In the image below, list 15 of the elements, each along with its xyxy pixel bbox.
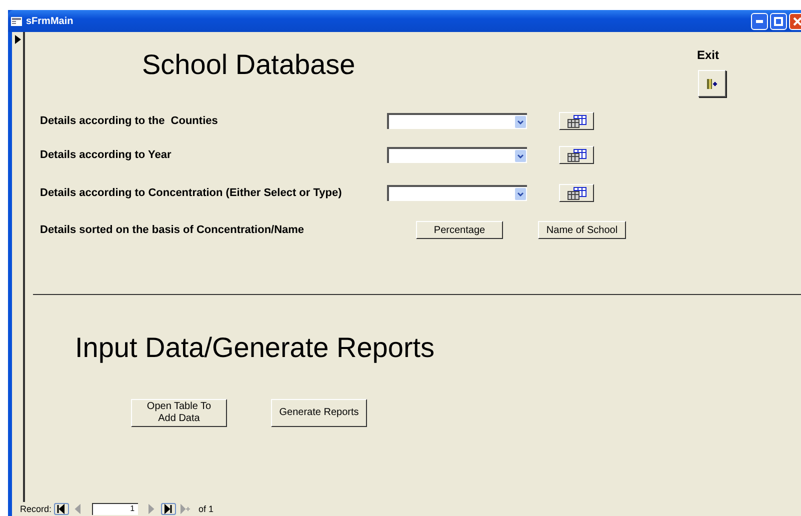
filter-label: Details according to Concentration (Either Select or Type) — [40, 187, 343, 199]
window-title: sFrmMain — [26, 16, 74, 26]
form-heading: School Database — [142, 49, 356, 81]
section-heading: Input Data/Generate Reports — [75, 332, 436, 364]
action-button[interactable]: Generate Reports — [271, 399, 367, 427]
exit-label: Exit — [696, 48, 719, 62]
sort-button[interactable]: Name of School — [538, 221, 626, 239]
record-number-field[interactable]: 1 — [92, 503, 138, 515]
filter-label: Details according to the Counties — [40, 115, 219, 127]
record-label: Record: — [20, 504, 52, 514]
record-count: of 1 — [198, 504, 214, 514]
filter-label: Details according to Year — [40, 149, 172, 161]
action-button[interactable]: Open Table To Add Data — [131, 399, 227, 427]
sort-label: Details sorted on the basis of Concentration/Name — [40, 224, 306, 236]
sort-button[interactable]: Percentage — [416, 221, 503, 239]
